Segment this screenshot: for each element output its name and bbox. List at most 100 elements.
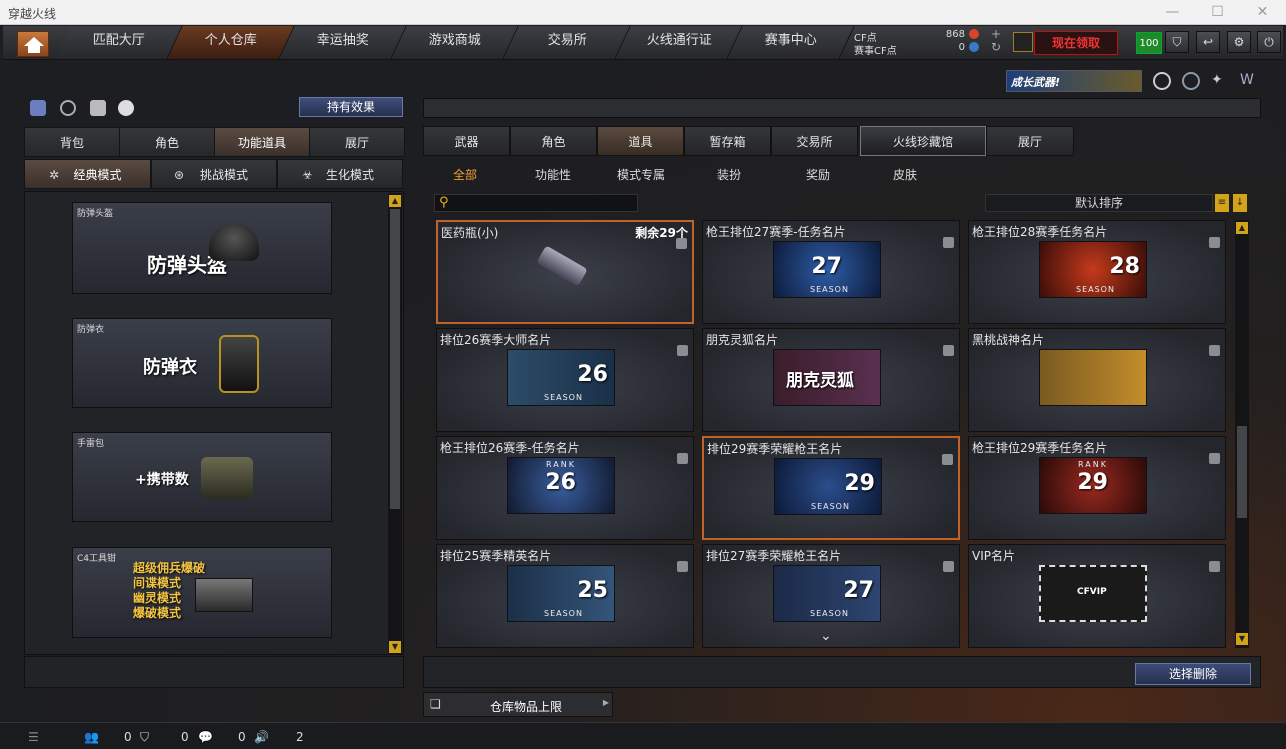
lock-icon[interactable] <box>677 345 688 356</box>
tab-trade[interactable]: 交易所 <box>771 126 858 156</box>
card-c4-tool[interactable]: C4工具钳 超级佣兵爆破 间谍模式 幽灵模式 爆破模式 <box>72 547 332 638</box>
right-scrollbar[interactable]: ▲ ▼ <box>1235 220 1249 648</box>
lock-icon[interactable] <box>1209 237 1220 248</box>
lock-icon[interactable] <box>1209 561 1220 572</box>
character-icon[interactable] <box>90 100 106 116</box>
lock-icon[interactable] <box>943 345 954 356</box>
scroll-thumb[interactable] <box>390 209 400 509</box>
menu-icon[interactable]: ☰ <box>28 730 39 744</box>
refresh-icon[interactable]: ↻ <box>991 40 1001 54</box>
tab-temp-box[interactable]: 暂存箱 <box>684 126 771 156</box>
tab-exchange[interactable]: 交易所 <box>503 26 631 59</box>
guild-icon[interactable]: ⛉ <box>140 730 149 745</box>
item-card[interactable]: 排位26赛季大师名片 26 SEASON <box>436 328 694 432</box>
item-card[interactable]: 黑桃战神名片 <box>968 328 1226 432</box>
volume-icon[interactable]: 🔊 <box>254 730 269 744</box>
rank-badge-icon[interactable] <box>1013 32 1033 52</box>
settings-icon[interactable]: ⚙ <box>1227 31 1251 53</box>
expand-chevron-icon[interactable]: ⌄ <box>820 628 832 644</box>
card-grenade-pack[interactable]: 手雷包 +携带数 <box>72 432 332 522</box>
list-view-icon[interactable]: ≡ <box>1215 194 1229 212</box>
lock-icon[interactable] <box>943 237 954 248</box>
tab-items[interactable]: 道具 <box>597 126 684 156</box>
tab-lucky-draw[interactable]: 幸运抽奖 <box>279 26 407 59</box>
grid-scroll-up-icon[interactable]: ▲ <box>1236 222 1248 234</box>
target-icon[interactable] <box>1182 72 1200 90</box>
item-card[interactable]: 枪王排位28赛季任务名片 28 SEASON <box>968 220 1226 324</box>
mode-zombie[interactable]: ☣ 生化模式 <box>277 159 403 189</box>
item-card[interactable]: 枪王排位29赛季任务名片 29 RANK <box>968 436 1226 540</box>
home-icon <box>24 37 44 53</box>
select-delete-button[interactable]: 选择删除 <box>1135 663 1251 685</box>
grid-scroll-thumb[interactable] <box>1237 426 1247 518</box>
sort-direction-icon[interactable]: ↓ <box>1233 194 1247 212</box>
history-icon[interactable] <box>60 100 76 116</box>
lock-icon[interactable] <box>942 454 953 465</box>
filter-dressup[interactable]: 装扮 <box>717 166 741 183</box>
item-card[interactable]: 医药瓶(小) 剩余29个 <box>436 220 694 324</box>
filter-reward[interactable]: 奖励 <box>806 166 830 183</box>
item-image: 27 SEASON <box>773 565 881 622</box>
tab-showroom[interactable]: 展厅 <box>986 126 1074 156</box>
search-input[interactable]: ⚲ <box>434 194 638 212</box>
add-icon[interactable]: + <box>991 27 1001 41</box>
filter-all[interactable]: 全部 <box>453 166 477 183</box>
shield-icon[interactable]: ⛉ <box>1165 31 1189 53</box>
sort-dropdown[interactable]: 默认排序 <box>985 194 1213 212</box>
item-card[interactable]: 枪王排位27赛季-任务名片 27 SEASON <box>702 220 960 324</box>
maximize-icon[interactable]: ☐ <box>1195 0 1240 25</box>
tab-collection[interactable]: 火线珍藏馆 <box>860 126 986 156</box>
mode-challenge[interactable]: ⊛ 挑战模式 <box>151 159 277 189</box>
tab-battle-pass[interactable]: 火线通行证 <box>615 26 743 59</box>
item-card[interactable]: 朋克灵狐名片 朋克灵狐 <box>702 328 960 432</box>
lock-icon[interactable] <box>943 561 954 572</box>
home-button[interactable] <box>17 31 49 57</box>
scroll-down-icon[interactable]: ▼ <box>389 641 401 653</box>
item-card[interactable]: VIP名片 CFVIP <box>968 544 1226 648</box>
item-name: 排位27赛季荣耀枪王名片 <box>706 549 842 563</box>
stats-icon[interactable] <box>30 100 46 116</box>
tab-backpack[interactable]: 背包 <box>24 127 120 157</box>
left-scrollbar[interactable]: ▲ ▼ <box>388 193 402 655</box>
item-card[interactable]: 枪王排位26赛季-任务名片 26 RANK <box>436 436 694 540</box>
minimize-icon[interactable]: — <box>1150 0 1195 25</box>
chat-icon[interactable]: 💬 <box>198 730 213 744</box>
tab-character[interactable]: 角色 <box>119 127 215 157</box>
grid-scroll-down-icon[interactable]: ▼ <box>1236 633 1248 645</box>
close-icon[interactable]: ✕ <box>1240 0 1285 25</box>
vip-label: CFVIP <box>1077 587 1107 597</box>
tab-match-lobby[interactable]: 匹配大厅 <box>55 26 183 59</box>
wings-icon[interactable]: W <box>1240 72 1258 90</box>
item-card[interactable]: 排位25赛季精英名片 25 SEASON <box>436 544 694 648</box>
lock-icon[interactable] <box>1209 453 1220 464</box>
friends-icon[interactable]: 👥 <box>84 730 99 744</box>
tab-exhibit[interactable]: 展厅 <box>309 127 405 157</box>
tab-event-center[interactable]: 赛事中心 <box>727 26 855 59</box>
filter-skin[interactable]: 皮肤 <box>893 166 917 183</box>
star-icon[interactable]: ✦ <box>1211 72 1229 90</box>
tab-roles[interactable]: 角色 <box>510 126 597 156</box>
tab-weapons[interactable]: 武器 <box>423 126 510 156</box>
tab-personal-storage[interactable]: 个人仓库 <box>167 26 295 59</box>
filter-functional[interactable]: 功能性 <box>535 166 571 183</box>
mode-classic[interactable]: ✲ 经典模式 <box>24 159 151 189</box>
filter-mode-exclusive[interactable]: 模式专属 <box>617 166 665 183</box>
storage-limit-button[interactable]: ❏ 仓库物品上限 ▶ <box>423 692 613 717</box>
badge-icon[interactable] <box>1153 72 1171 90</box>
return-icon[interactable]: ↩ <box>1196 31 1220 53</box>
lock-icon[interactable] <box>677 561 688 572</box>
effects-button[interactable]: 持有效果 <box>299 97 403 117</box>
item-card[interactable]: 排位29赛季荣耀枪王名片 29 SEASON <box>702 436 960 540</box>
tab-function-items[interactable]: 功能道具 <box>214 127 310 157</box>
bag-icon[interactable] <box>118 100 134 116</box>
card-armor[interactable]: 防弹衣 防弹衣 <box>72 318 332 408</box>
tab-game-mall[interactable]: 游戏商城 <box>391 26 519 59</box>
lock-icon[interactable] <box>1209 345 1220 356</box>
lock-icon[interactable] <box>676 238 687 249</box>
lock-icon[interactable] <box>677 453 688 464</box>
weapon-banner[interactable]: 成长武器! <box>1006 70 1142 92</box>
scroll-up-icon[interactable]: ▲ <box>389 195 401 207</box>
card-helmet[interactable]: 防弹头盔 防弹头盔 <box>72 202 332 294</box>
promo-banner[interactable]: 现在领取 <box>1034 31 1118 55</box>
power-icon[interactable]: ⏻ <box>1257 31 1281 53</box>
